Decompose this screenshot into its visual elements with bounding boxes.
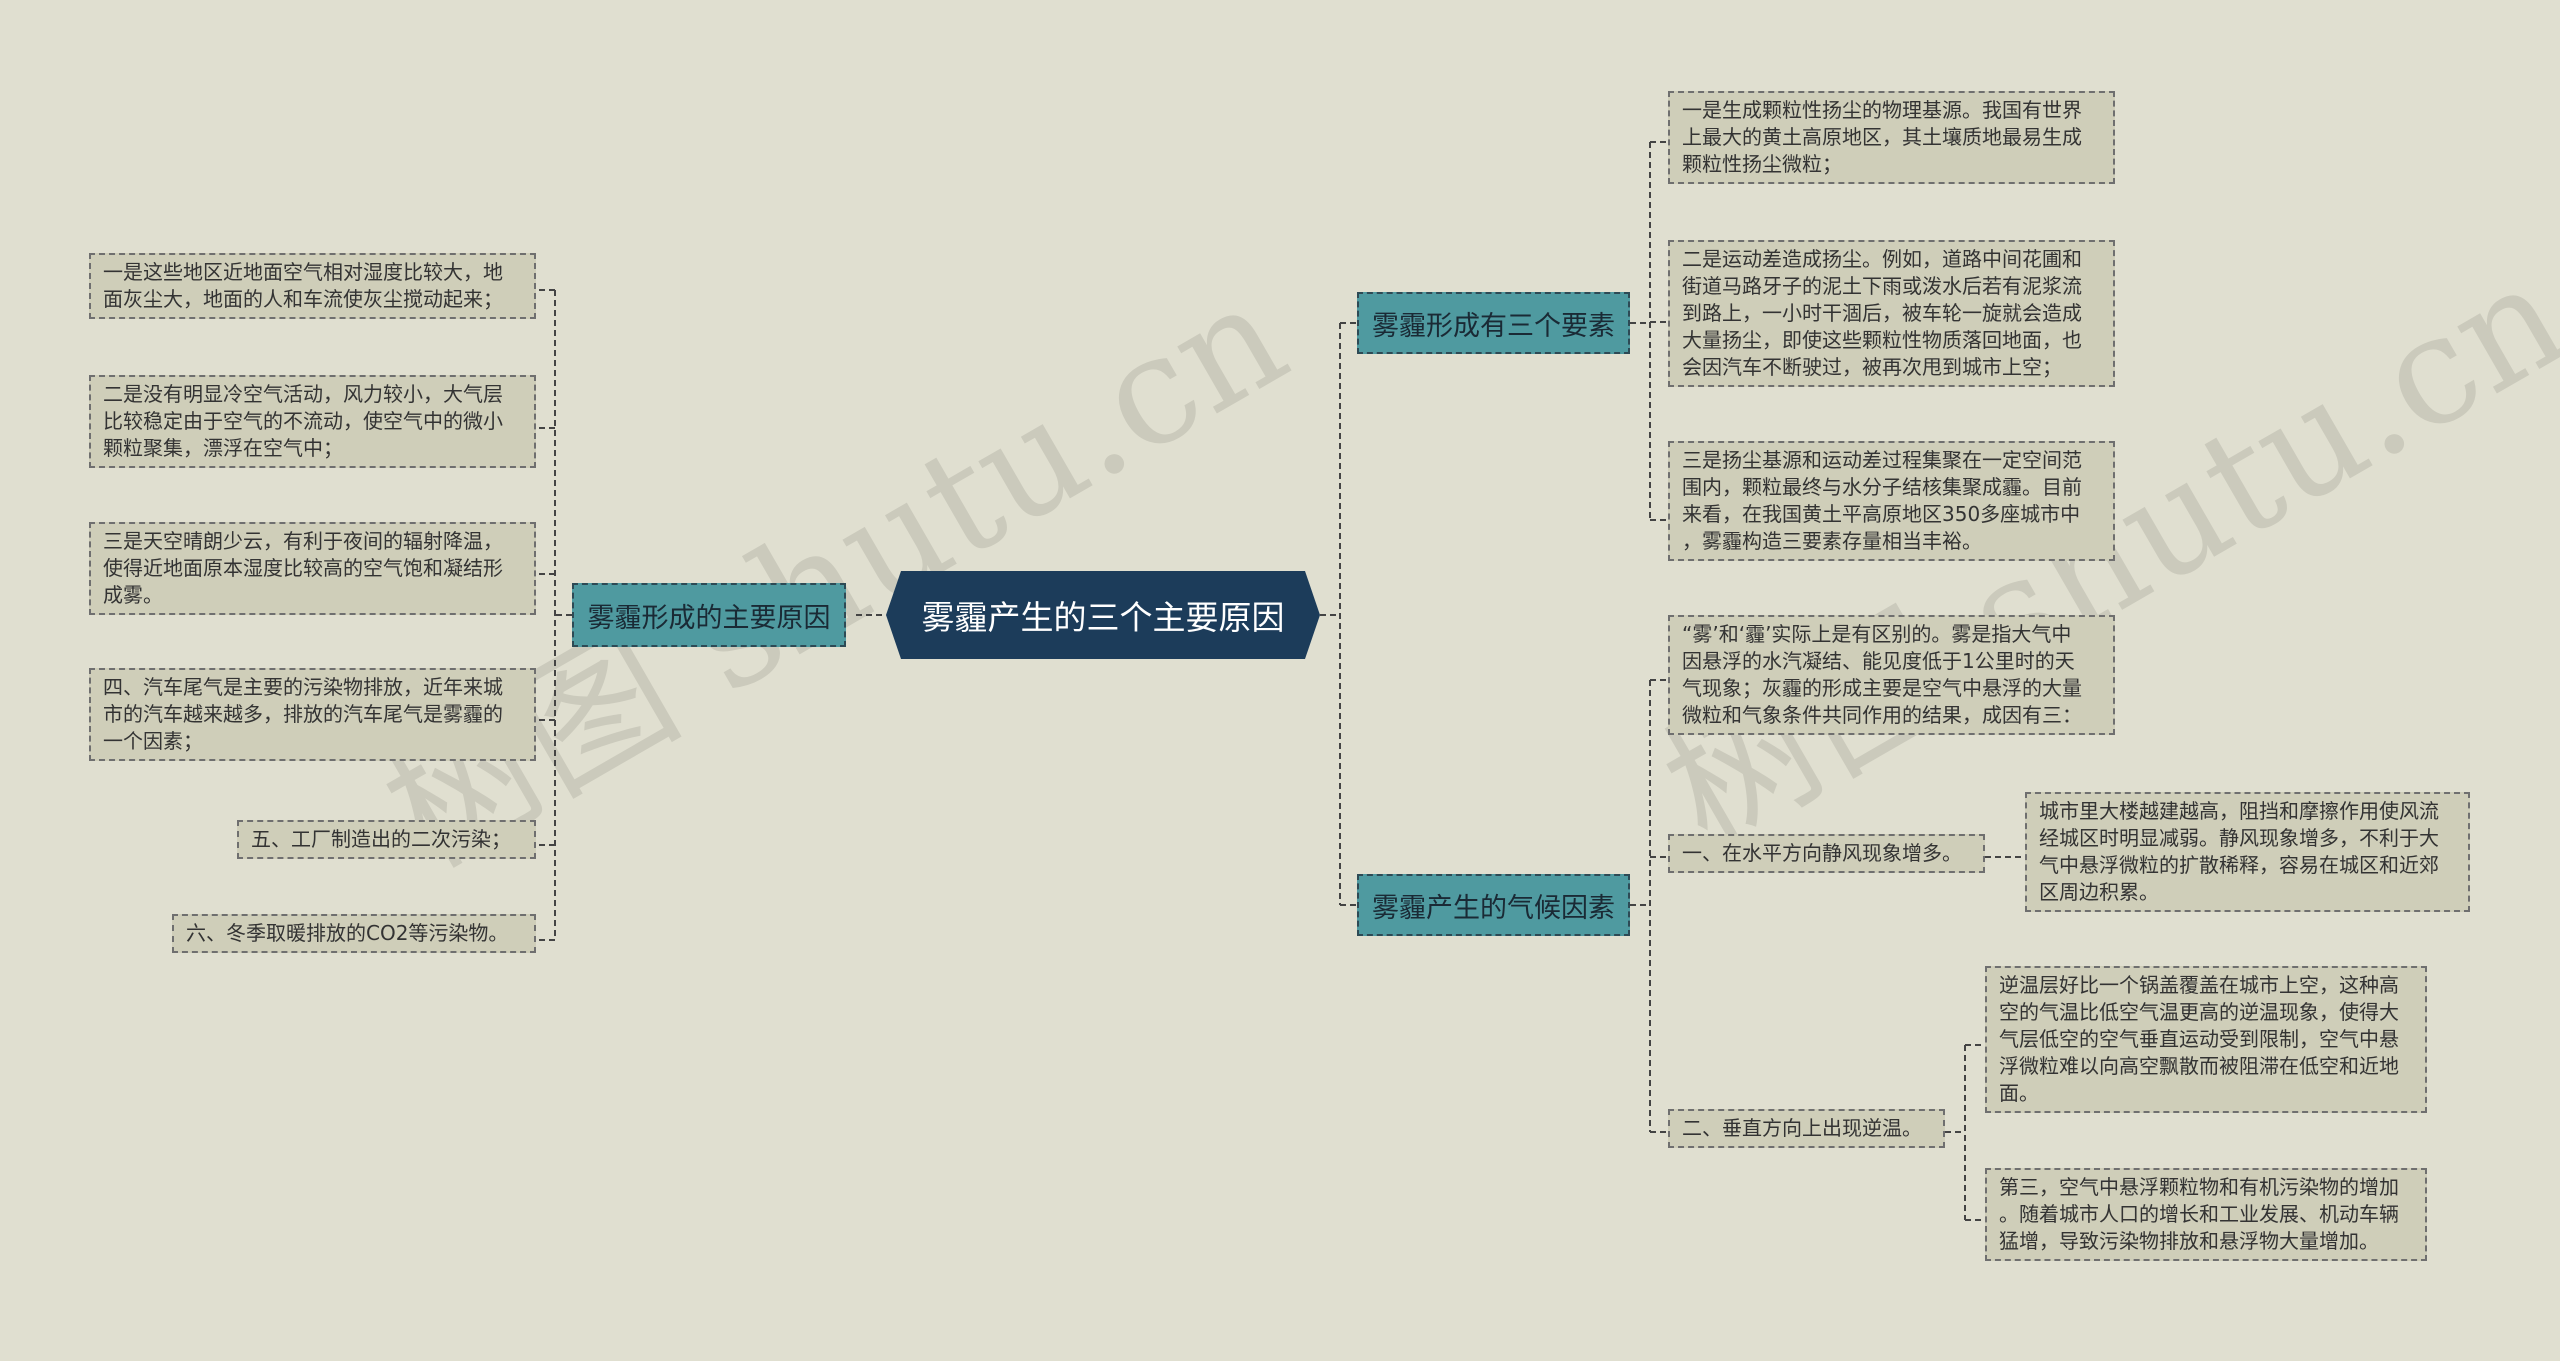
leaf-vertical-inversion[interactable]: 二、垂直方向上出现逆温。 [1668, 1109, 1945, 1148]
leaf-line: 三是扬尘基源和运动差过程集聚在一定空间范 [1682, 448, 2082, 472]
leaf-line: 第三，空气中悬浮颗粒物和有机污染物的增加 [1999, 1175, 2399, 1199]
leaf-line: 一是这些地区近地面空气相对湿度比较大，地 [103, 260, 503, 284]
leaf-line: 围内，颗粒最终与水分子结核集聚成霾。目前 [1682, 475, 2082, 499]
leaf-line: 颗粒性扬尘微粒； [1682, 152, 1842, 176]
leaf-line: 面。 [1999, 1081, 2039, 1105]
leaf-line: 四、汽车尾气是主要的污染物排放，近年来城 [103, 675, 503, 699]
leaf-line: 区周边积累。 [2039, 880, 2159, 904]
leaf-line: 一是生成颗粒性扬尘的物理基源。我国有世界 [1682, 98, 2082, 122]
leaf-line: 浮微粒难以向高空飘散而被阻滞在低空和近地 [1999, 1054, 2399, 1078]
leaf-dust-source[interactable]: 一是生成颗粒性扬尘的物理基源。我国有世界 上最大的黄土高原地区，其土壤质地最易生… [1668, 91, 2115, 184]
leaf-line: 逆温层好比一个锅盖覆盖在城市上空，这种高 [1999, 973, 2399, 997]
leaf-line: 比较稳定由于空气的不流动，使空气中的微小 [103, 409, 503, 433]
leaf-line: “雾’和‘霾’实际上是有区别的。雾是指大气中 [1682, 622, 2072, 646]
leaf-line: 。随着城市人口的增长和工业发展、机动车辆 [1999, 1202, 2399, 1226]
leaf-line: 城市里大楼越建越高，阻挡和摩擦作用使风流 [2039, 799, 2439, 823]
leaf-pollutant-increase[interactable]: 第三，空气中悬浮颗粒物和有机污染物的增加 。随着城市人口的增长和工业发展、机动车… [1985, 1168, 2427, 1261]
branch-three-elements-label: 雾霾形成有三个要素 [1372, 310, 1615, 342]
leaf-horizontal-calm-wind[interactable]: 一、在水平方向静风现象增多。 [1668, 834, 1985, 873]
leaf-line: 街道马路牙子的泥土下雨或泼水后若有泥浆流 [1682, 274, 2082, 298]
leaf-line: 气现象；灰霾的形成主要是空气中悬浮的大量 [1682, 676, 2082, 700]
leaf-line: 经城区时明显减弱。静风现象增多，不利于大 [2039, 826, 2439, 850]
leaf-line: 微粒和气象条件共同作用的结果，成因有三： [1682, 703, 2082, 727]
leaf-motion-dust[interactable]: 二是运动差造成扬尘。例如，道路中间花圃和 街道马路牙子的泥土下雨或泼水后若有泥浆… [1668, 240, 2115, 387]
leaf-humidity[interactable]: 一是这些地区近地面空气相对湿度比较大，地 面灰尘大，地面的人和车流使灰尘搅动起来… [89, 253, 536, 319]
leaf-line: ，雾霾构造三要素存量相当丰裕。 [1682, 529, 1982, 553]
leaf-line: 气层低空的空气垂直运动受到限制，空气中悬 [1999, 1027, 2399, 1051]
leaf-line: 猛增，导致污染物排放和悬浮物大量增加。 [1999, 1229, 2379, 1253]
leaf-inversion-detail[interactable]: 逆温层好比一个锅盖覆盖在城市上空，这种高 空的气温比低空气温更高的逆温现象，使得… [1985, 966, 2427, 1113]
leaf-line: 颗粒聚集，漂浮在空气中； [103, 436, 343, 460]
leaf-line: 来看，在我国黄土平高原地区350多座城市中 [1682, 502, 2081, 526]
leaf-winter-heating[interactable]: 六、冬季取暖排放的CO2等污染物。 [172, 914, 536, 953]
branch-formation-causes[interactable]: 雾霾形成的主要原因 [572, 583, 846, 647]
leaf-line: 到路上，一小时干涸后，被车轮一旋就会造成 [1682, 301, 2082, 325]
leaf-line: 三是天空晴朗少云，有利于夜间的辐射降温， [103, 529, 503, 553]
leaf-line: 二是运动差造成扬尘。例如，道路中间花圃和 [1682, 247, 2082, 271]
leaf-line: 会因汽车不断驶过，被再次甩到城市上空； [1682, 355, 2062, 379]
branch-three-elements[interactable]: 雾霾形成有三个要素 [1357, 292, 1630, 354]
leaf-calm-wind-detail[interactable]: 城市里大楼越建越高，阻挡和摩擦作用使风流 经城区时明显减弱。静风现象增多，不利于… [2025, 792, 2470, 912]
leaf-line: 使得近地面原本湿度比较高的空气饱和凝结形 [103, 556, 503, 580]
leaf-line: 五、工厂制造出的二次污染； [251, 827, 511, 851]
leaf-line: 一个因素； [103, 729, 203, 753]
leaf-line: 因悬浮的水汽凝结、能见度低于1公里时的天 [1682, 649, 2075, 673]
leaf-line: 二是没有明显冷空气活动，风力较小，大气层 [103, 382, 503, 406]
leaf-line: 空的气温比低空气温更高的逆温现象，使得大 [1999, 1000, 2399, 1024]
leaf-fog-haze-difference[interactable]: “雾’和‘霾’实际上是有区别的。雾是指大气中 因悬浮的水汽凝结、能见度低于1公里… [1668, 615, 2115, 735]
root-topic-label: 雾霾产生的三个主要原因 [921, 598, 1285, 637]
leaf-line: 大量扬尘，即使这些颗粒性物质落回地面，也 [1682, 328, 2082, 352]
leaf-line: 成雾。 [103, 583, 163, 607]
leaf-line: 六、冬季取暖排放的CO2等污染物。 [186, 921, 509, 945]
leaf-line: 市的汽车越来越多，排放的汽车尾气是雾霾的 [103, 702, 503, 726]
branch-climate-factors[interactable]: 雾霾产生的气候因素 [1357, 874, 1630, 936]
root-topic[interactable]: 雾霾产生的三个主要原因 [886, 571, 1320, 659]
leaf-no-cold-air[interactable]: 二是没有明显冷空气活动，风力较小，大气层 比较稳定由于空气的不流动，使空气中的微… [89, 375, 536, 468]
leaf-vehicle-exhaust[interactable]: 四、汽车尾气是主要的污染物排放，近年来城 市的汽车越来越多，排放的汽车尾气是雾霾… [89, 668, 536, 761]
branch-climate-factors-label: 雾霾产生的气候因素 [1372, 892, 1615, 924]
leaf-line: 二、垂直方向上出现逆温。 [1682, 1116, 1922, 1140]
leaf-factory-pollution[interactable]: 五、工厂制造出的二次污染； [237, 820, 536, 859]
leaf-clear-sky[interactable]: 三是天空晴朗少云，有利于夜间的辐射降温， 使得近地面原本湿度比较高的空气饱和凝结… [89, 522, 536, 615]
leaf-line: 上最大的黄土高原地区，其土壤质地最易生成 [1682, 125, 2082, 149]
leaf-line: 气中悬浮微粒的扩散稀释，容易在城区和近郊 [2039, 853, 2439, 877]
leaf-line: 面灰尘大，地面的人和车流使灰尘搅动起来； [103, 287, 503, 311]
leaf-aggregation[interactable]: 三是扬尘基源和运动差过程集聚在一定空间范 围内，颗粒最终与水分子结核集聚成霾。目… [1668, 441, 2115, 561]
branch-formation-causes-label: 雾霾形成的主要原因 [587, 602, 831, 634]
leaf-line: 一、在水平方向静风现象增多。 [1682, 841, 1962, 865]
